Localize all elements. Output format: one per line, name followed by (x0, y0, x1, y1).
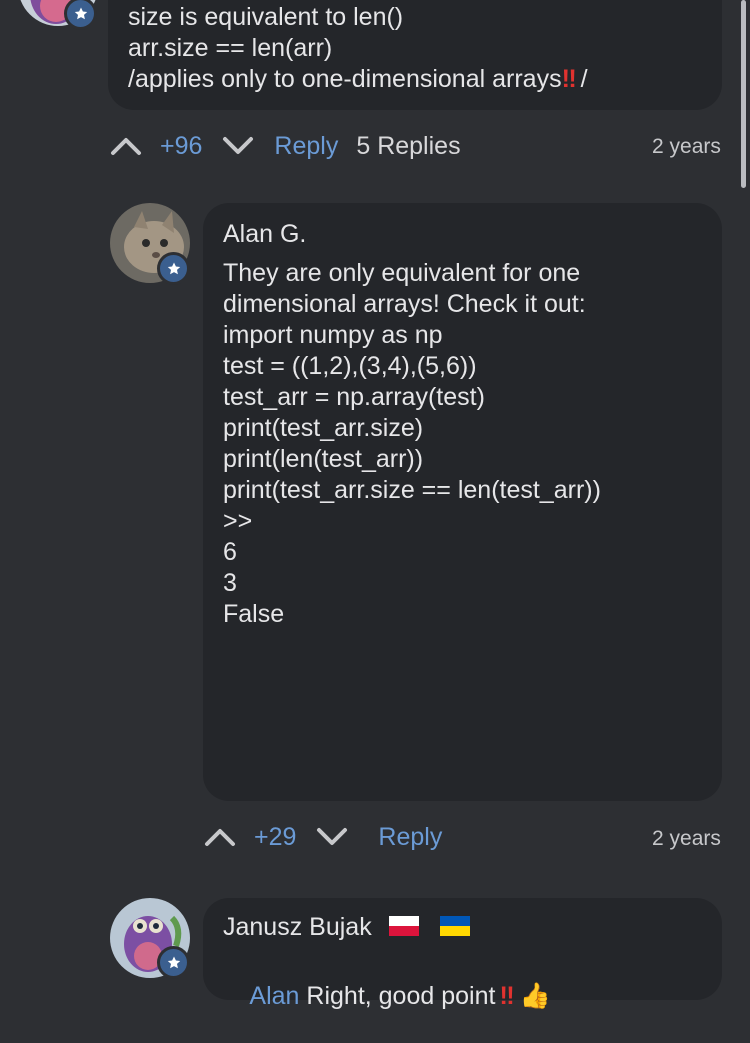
upvote-button[interactable] (204, 827, 236, 847)
comment-text: /applies only to one-dimensional arrays (128, 65, 562, 93)
vote-score: +96 (160, 131, 203, 160)
moderator-badge (157, 252, 190, 285)
comment-line: size is equivalent to len() (128, 3, 404, 31)
comment-line: Alan Right, good point ‼ 👍 (223, 950, 702, 1043)
chevron-down-icon (223, 137, 254, 154)
star-icon (167, 262, 180, 274)
reply-button[interactable]: Reply (378, 823, 442, 852)
chevron-up-icon (111, 138, 141, 155)
comment-line: False (223, 600, 285, 628)
comment-line: print(test_arr.size) (223, 414, 424, 442)
poland-flag-icon (388, 913, 419, 944)
downvote-button[interactable] (222, 136, 254, 156)
reply-button[interactable]: Reply (274, 132, 338, 161)
comment-bubble-janusz: Janusz Bujak Alan Right, good point ‼ 👍 (203, 898, 722, 1010)
moderator-badge (157, 946, 190, 979)
comment-author[interactable]: Janusz Bujak (223, 913, 372, 941)
replies-count-button[interactable]: 5 Replies (356, 132, 460, 161)
comment-text: / (573, 65, 588, 93)
downvote-button[interactable] (316, 827, 348, 847)
user-mention-link[interactable]: Alan (249, 982, 299, 1010)
comment-line: print(test_arr.size == len(test_arr)) (223, 476, 601, 504)
moderator-badge (64, 0, 97, 30)
thumbs-up-emoji: 👍 (519, 981, 551, 1010)
comment-line: test_arr = np.array(test) (223, 383, 485, 411)
comment-line: print(len(test_arr)) (223, 445, 424, 473)
comment-line: 6 (223, 538, 237, 566)
comment-line: >> (223, 507, 253, 535)
comment-author[interactable]: Alan G. (223, 219, 702, 250)
chevron-up-icon (205, 829, 235, 846)
star-icon (167, 956, 180, 968)
comment-line: import numpy as np (223, 321, 443, 349)
vote-score: +29 (254, 822, 297, 851)
comment-line: They are only equivalent for one (223, 259, 581, 287)
comment-text: Right, good point (299, 981, 496, 1010)
comment-bubble-top: size is equivalent to len() arr.size == … (108, 0, 722, 110)
ukraine-flag-icon (439, 913, 470, 944)
comment-author-row: Janusz Bujak (223, 912, 702, 944)
comment-timestamp: 2 years (652, 135, 721, 158)
comment-timestamp: 2 years (652, 827, 721, 850)
upvote-button[interactable] (110, 136, 142, 156)
comment-actions-top: +96 Reply 5 Replies (110, 126, 461, 166)
comment-line: 3 (223, 569, 237, 597)
scrollbar[interactable] (741, 0, 746, 188)
star-icon (74, 7, 87, 19)
comment-bubble-alan: Alan G. They are only equivalent for one… (203, 203, 722, 801)
comment-actions-alan: +29 Reply (204, 817, 442, 857)
double-exclamation-emoji: ‼ (561, 65, 577, 93)
comment-line: /applies only to one-dimensional arrays‼… (128, 64, 702, 95)
comment-line: test = ((1,2),(3,4),(5,6)) (223, 352, 477, 380)
chevron-down-icon (317, 828, 348, 845)
comment-line: dimensional arrays! Check it out: (223, 290, 586, 318)
comment-line: arr.size == len(arr) (128, 34, 333, 62)
double-exclamation-emoji: ‼ (499, 981, 514, 1010)
